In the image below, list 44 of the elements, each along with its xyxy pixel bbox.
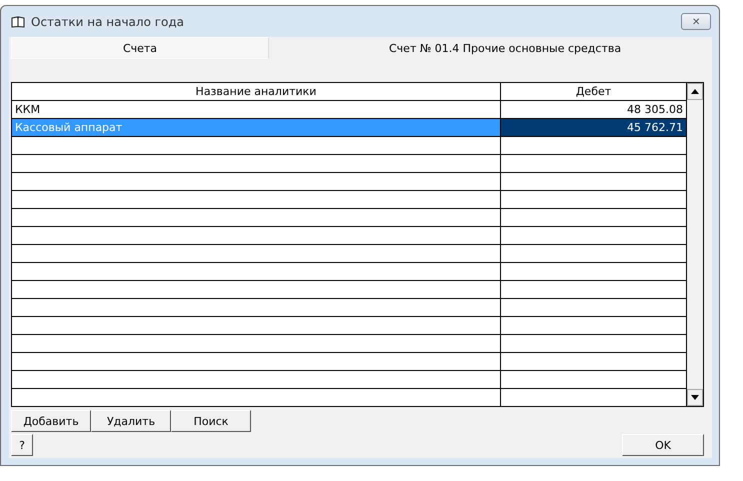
book-icon (11, 16, 25, 28)
empty-cell[interactable] (12, 299, 501, 317)
empty-cell[interactable] (501, 263, 687, 281)
down-arrow-icon[interactable] (691, 395, 699, 400)
empty-cell[interactable] (501, 191, 687, 209)
help-button[interactable]: ? (11, 434, 33, 456)
table-cell[interactable]: 45 762.71 (501, 119, 687, 137)
empty-cell[interactable] (12, 371, 501, 389)
window-title: Остатки на начало года (31, 14, 186, 28)
empty-cell[interactable] (12, 173, 501, 191)
empty-cell[interactable] (501, 353, 687, 371)
empty-cell[interactable] (501, 281, 687, 299)
empty-cell[interactable] (12, 191, 501, 209)
empty-cell[interactable] (12, 281, 501, 299)
tab[interactable]: Счета (11, 37, 269, 59)
scrollbar[interactable] (687, 83, 703, 406)
empty-cell[interactable] (12, 209, 501, 227)
action-button[interactable]: Удалить (91, 410, 171, 432)
ok-button[interactable]: OK (622, 434, 704, 456)
empty-cell[interactable] (501, 335, 687, 353)
empty-cell[interactable] (12, 335, 501, 353)
empty-cell[interactable] (12, 317, 501, 335)
action-button[interactable]: Поиск (171, 410, 251, 432)
empty-cell[interactable] (12, 353, 501, 371)
empty-cell[interactable] (12, 245, 501, 263)
empty-cell[interactable] (12, 155, 501, 173)
close-button[interactable]: ✕ (681, 13, 711, 30)
column-header[interactable]: Дебет (501, 83, 687, 101)
account-label: Счет № 01.4 Прочие основные средства (388, 41, 622, 57)
up-arrow-icon[interactable] (691, 89, 699, 94)
empty-cell[interactable] (501, 299, 687, 317)
empty-cell[interactable] (12, 137, 501, 155)
column-header[interactable]: Название аналитики (12, 83, 501, 101)
empty-cell[interactable] (501, 155, 687, 173)
empty-cell[interactable] (501, 137, 687, 155)
empty-cell[interactable] (501, 317, 687, 335)
action-button[interactable]: Добавить (11, 410, 91, 432)
empty-cell[interactable] (12, 227, 501, 245)
empty-cell[interactable] (501, 173, 687, 191)
empty-cell[interactable] (501, 209, 687, 227)
empty-cell[interactable] (12, 263, 501, 281)
empty-cell[interactable] (501, 371, 687, 389)
empty-cell[interactable] (501, 227, 687, 245)
empty-cell[interactable] (501, 245, 687, 263)
